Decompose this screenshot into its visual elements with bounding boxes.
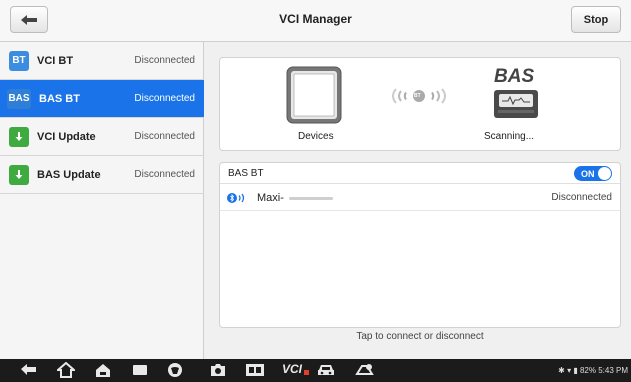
download-icon [9, 126, 29, 147]
stop-button[interactable]: Stop [571, 6, 621, 33]
devices-label: Devices [298, 131, 334, 142]
bas-bt-panel: BAS BT ON Maxi- Disconnected [219, 162, 621, 328]
sidebar-item-status: Disconnected [134, 55, 195, 66]
display-settings-icon[interactable] [245, 362, 265, 378]
car-home-icon[interactable] [94, 362, 112, 378]
vci-status-icon[interactable]: VCI [282, 362, 302, 376]
bluetooth-toggle[interactable]: ON [574, 166, 612, 181]
sidebar-item-bas-update[interactable]: BAS Update Disconnected [0, 156, 204, 194]
system-nav-bar: VCI ✱ ▾ ▮ 82% 5:43 PM [0, 359, 631, 382]
bas-badge-icon: BAS [7, 88, 31, 109]
device-status: Disconnected [551, 192, 612, 203]
recent-apps-icon[interactable] [131, 362, 149, 378]
sidebar-item-vci-bt[interactable]: BT VCI BT Disconnected [0, 42, 204, 80]
home-icon[interactable] [57, 362, 75, 378]
signal-badge-text: BT [414, 93, 421, 99]
sidebar-item-status: Disconnected [134, 93, 195, 104]
battery-time: 82% 5:43 PM [579, 366, 628, 375]
sidebar-item-label: BAS Update [37, 168, 101, 181]
status-icons: ✱ ▾ ▮ [558, 366, 580, 375]
car-icon[interactable] [316, 362, 336, 378]
device-name: Maxi- [257, 192, 284, 204]
sidebar-item-status: Disconnected [134, 131, 195, 142]
bas-logo-text: BAS [494, 66, 535, 87]
sidebar: BT VCI BT Disconnected BAS BAS BT Discon… [0, 42, 204, 359]
bas-tester-icon [494, 90, 538, 118]
connect-hint: Tap to connect or disconnect [356, 331, 484, 342]
toggle-knob [598, 167, 611, 180]
sidebar-item-label: BAS BT [39, 92, 80, 105]
page-title: VCI Manager [279, 12, 352, 26]
remote-support-icon[interactable] [354, 362, 376, 378]
bt-panel-header: BAS BT ON [220, 163, 620, 184]
top-bar: VCI Manager Stop [0, 0, 631, 42]
redacted-serial [289, 197, 333, 200]
scanning-label: Scanning... [484, 131, 535, 142]
sidebar-item-label: VCI Update [37, 130, 96, 143]
bt-panel-title: BAS BT [228, 168, 264, 179]
sidebar-item-bas-bt[interactable]: BAS BAS BT Disconnected [0, 80, 204, 118]
camera-icon[interactable] [209, 362, 227, 378]
vci-disconnected-mark [304, 370, 309, 375]
back-icon[interactable] [20, 362, 38, 378]
device-list-item[interactable]: Maxi- Disconnected [220, 184, 620, 211]
sidebar-item-vci-update[interactable]: VCI Update Disconnected [0, 118, 204, 156]
sidebar-item-status: Disconnected [134, 169, 195, 180]
download-icon [9, 164, 29, 185]
bluetooth-device-icon [227, 193, 245, 203]
sidebar-item-label: VCI BT [37, 54, 74, 67]
bluetooth-badge-icon: BT [9, 50, 29, 71]
status-bar-text: ✱ ▾ ▮ 82% 5:43 PM [558, 366, 628, 375]
browser-icon[interactable] [166, 362, 184, 378]
tablet-device-icon [286, 66, 342, 124]
toggle-label: ON [581, 168, 595, 179]
devices-card: Devices BT BAS Scanning... [219, 57, 621, 151]
